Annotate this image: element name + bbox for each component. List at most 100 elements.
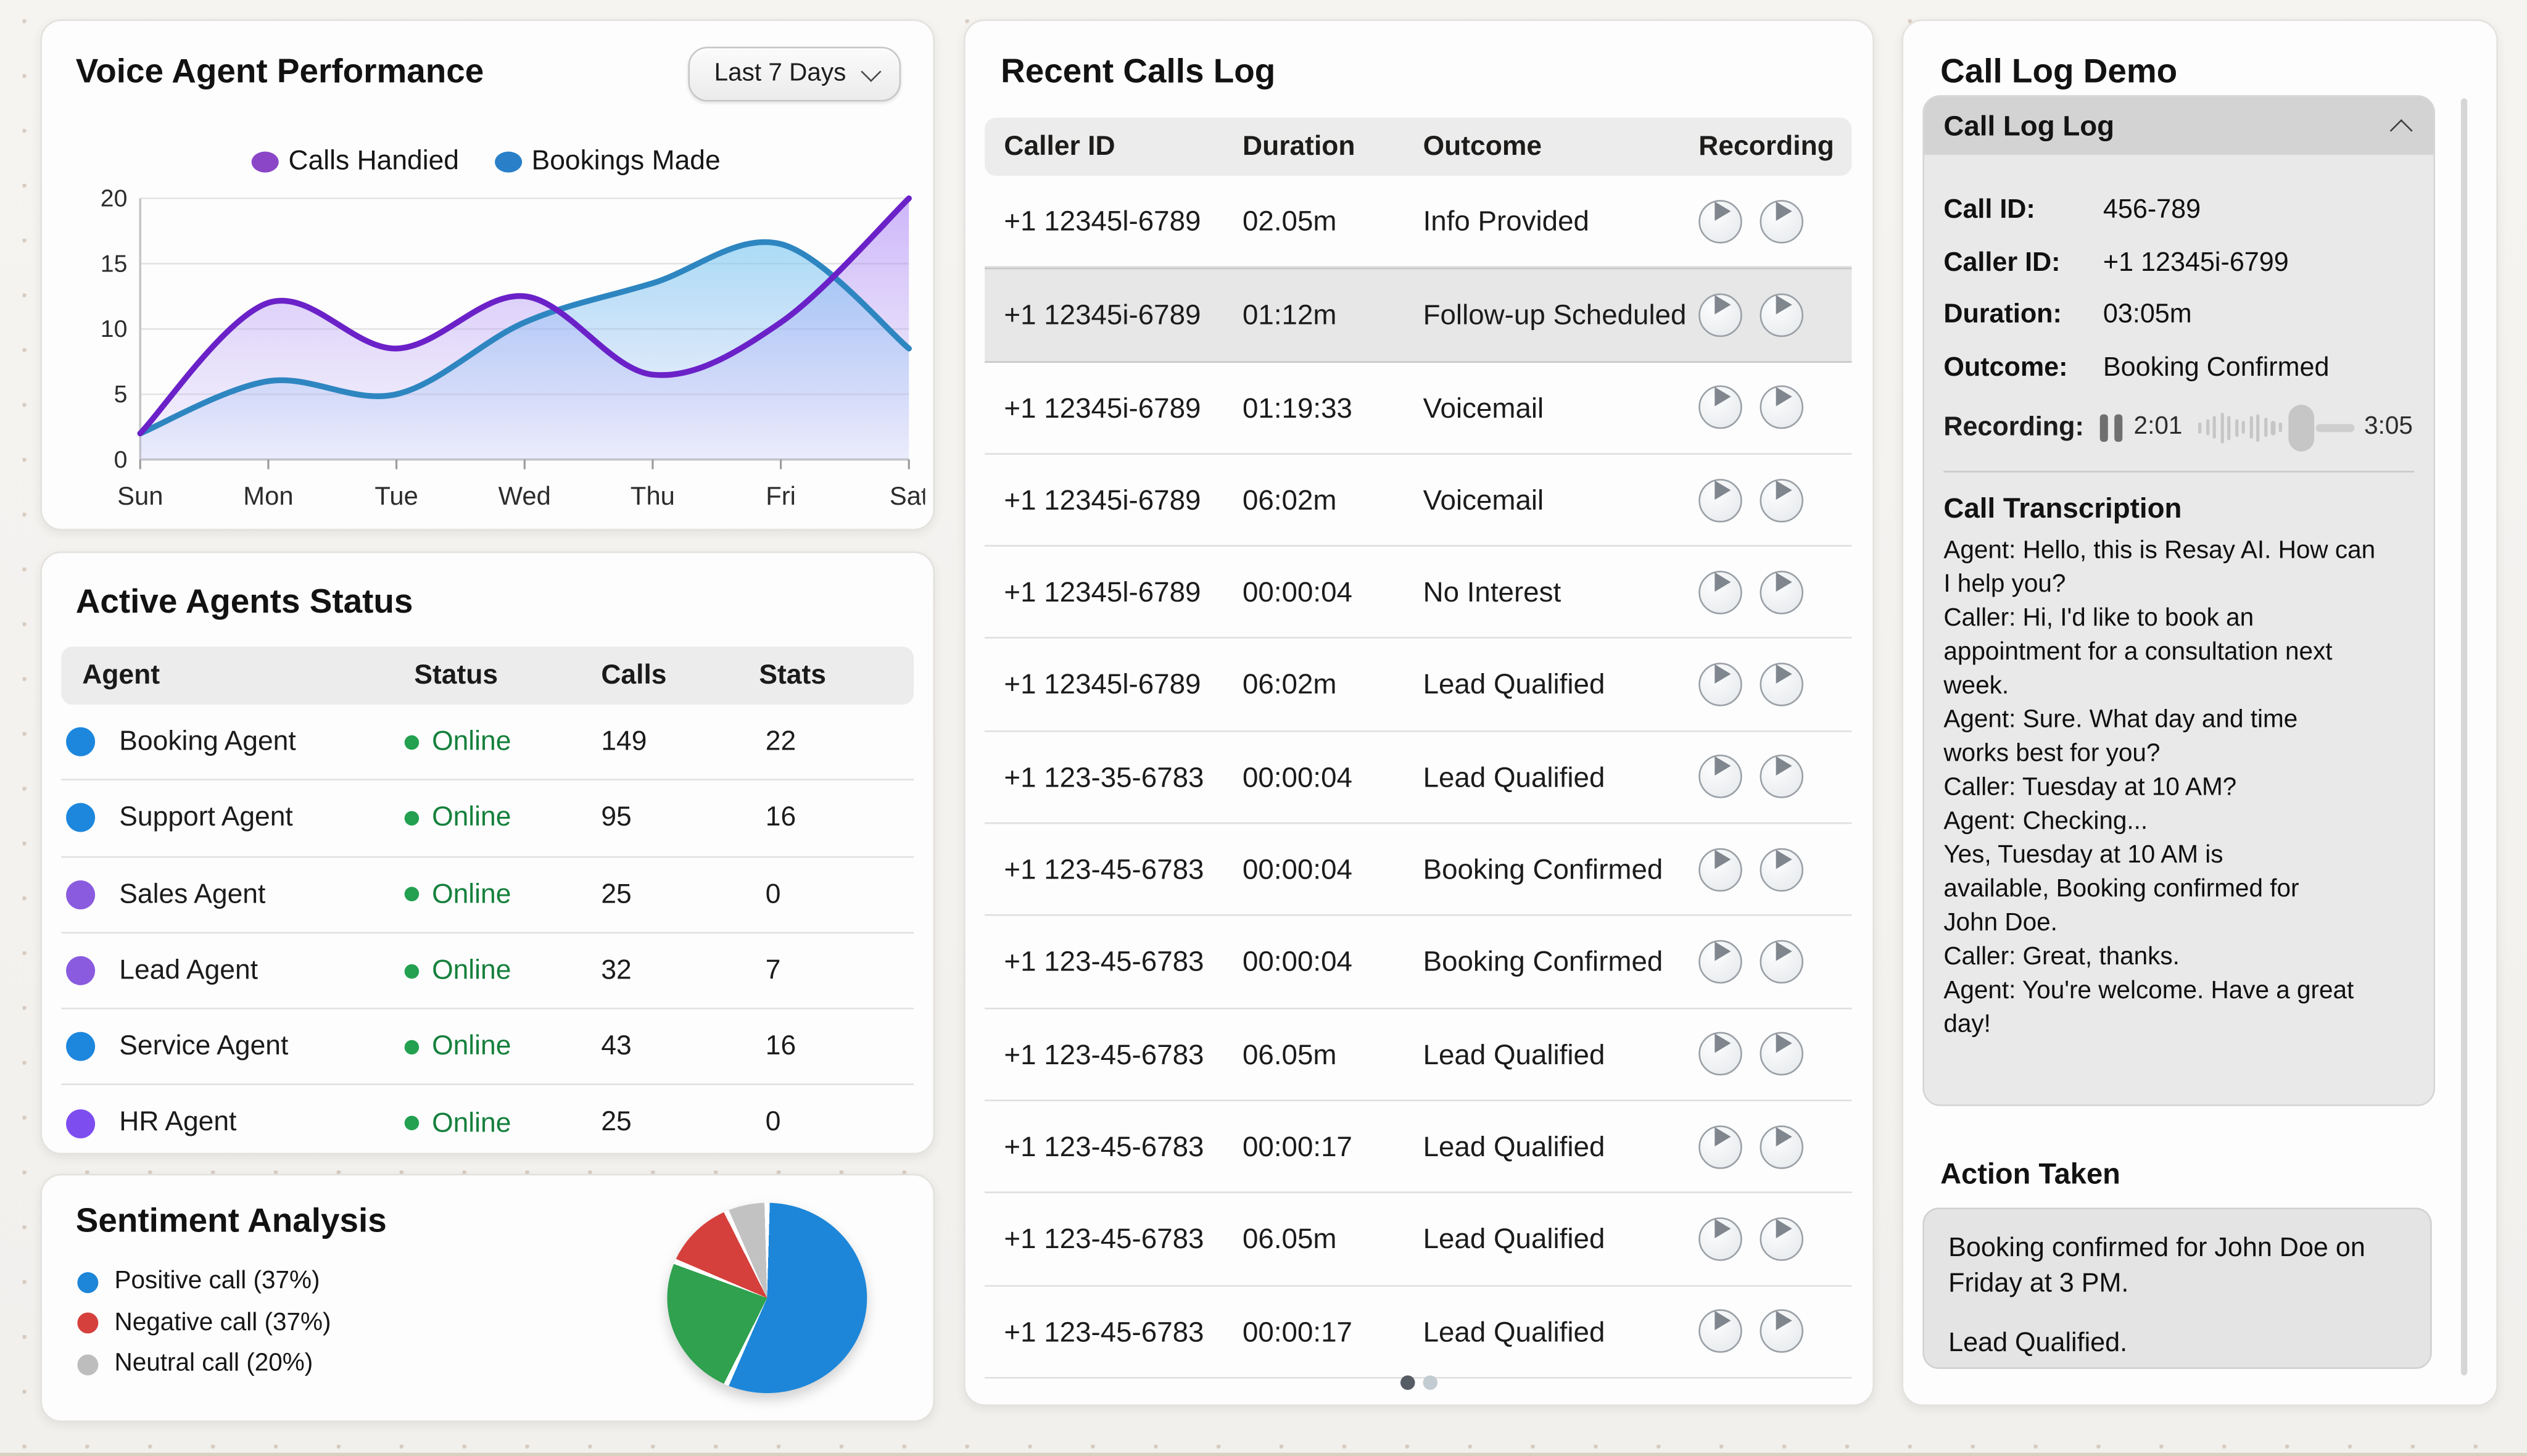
play-recording-button[interactable] — [1760, 663, 1804, 706]
scrollbar[interactable] — [2461, 98, 2467, 1375]
column-header-caller-id: Caller ID — [1004, 131, 1115, 163]
play-recording-button[interactable] — [1698, 1032, 1742, 1076]
legend-marker-icon — [495, 151, 522, 172]
agent-row: Service AgentOnline4316 — [61, 1010, 914, 1086]
play-recording-button[interactable] — [1698, 386, 1742, 429]
call-duration: 01:19:33 — [1243, 362, 1352, 452]
play-recording-button[interactable] — [1698, 199, 1742, 243]
play-icon — [1776, 757, 1792, 776]
agent-stats-count: 0 — [766, 1086, 781, 1160]
field-label: Duration: — [1943, 300, 2103, 331]
call-log-row[interactable]: +1 12345l-678906:02mLead Qualified — [985, 639, 1851, 732]
agent-status: Online — [405, 705, 511, 779]
column-header-calls: Calls — [601, 660, 666, 692]
play-icon — [1714, 664, 1731, 684]
legend-label: Negative call (37%) — [114, 1309, 331, 1338]
call-log-row[interactable]: +1 12345l-678900:00:04No Interest — [985, 547, 1851, 639]
online-dot-icon — [405, 1116, 420, 1131]
play-icon — [1714, 572, 1731, 591]
call-duration: 06.05m — [1243, 1009, 1336, 1099]
pagination-dot[interactable] — [1423, 1375, 1438, 1390]
agent-calls-count: 43 — [601, 1010, 631, 1084]
call-log-row[interactable]: +1 123-35-678300:00:04Lead Qualified — [985, 732, 1851, 824]
play-recording-button[interactable] — [1698, 940, 1742, 984]
call-log-row[interactable]: +1 123-45-678300:00:04Booking Confirmed — [985, 916, 1851, 1009]
play-recording-button[interactable] — [1698, 293, 1742, 337]
performance-title: Voice Agent Performance — [76, 53, 484, 92]
svg-text:Mon: Mon — [243, 481, 293, 510]
play-recording-button[interactable] — [1698, 1217, 1742, 1261]
play-icon — [1714, 1127, 1731, 1146]
line-chart-svg: 05101520SunMonTueWedThuFriSat — [81, 176, 925, 518]
agent-avatar-dot — [66, 1109, 95, 1138]
call-duration: 00:00:17 — [1243, 1286, 1352, 1376]
date-range-dropdown[interactable]: Last 7 Days — [689, 47, 901, 102]
call-log-row[interactable]: +1 123-45-678300:00:04Booking Confirmed — [985, 824, 1851, 917]
play-recording-button[interactable] — [1698, 848, 1742, 891]
play-recording-button[interactable] — [1698, 1125, 1742, 1169]
online-dot-icon — [405, 735, 420, 750]
play-recording-button[interactable] — [1760, 293, 1804, 337]
agent-calls-count: 25 — [601, 1086, 631, 1160]
waveform-bar — [2279, 423, 2282, 432]
field-label: Caller ID: — [1943, 247, 2103, 278]
call-log-row[interactable]: +1 123-45-678300:00:17Lead Qualified — [985, 1286, 1851, 1378]
play-recording-button[interactable] — [1698, 663, 1742, 706]
call-log-field-row: Caller ID:+1 12345i-6799 — [1943, 246, 2414, 280]
slider-thumb[interactable] — [2288, 404, 2314, 451]
caller-id: +1 123-45-6783 — [1004, 1194, 1204, 1284]
sentiment-legend-item: Positive call (37%) — [77, 1267, 331, 1296]
waveform-slider[interactable] — [2198, 412, 2282, 443]
field-label: Call ID: — [1943, 195, 2103, 226]
recent-calls-card: Recent Calls Log Caller ID Duration Outc… — [964, 19, 1874, 1406]
agent-status: Online — [405, 781, 511, 856]
play-recording-button[interactable] — [1698, 1310, 1742, 1354]
agent-calls-count: 25 — [601, 857, 631, 931]
pause-icon[interactable] — [2100, 413, 2123, 441]
call-outcome: Booking Confirmed — [1423, 824, 1663, 914]
agent-name: Service Agent — [119, 1010, 288, 1084]
play-recording-button[interactable] — [1698, 571, 1742, 614]
play-recording-button[interactable] — [1760, 478, 1804, 522]
online-dot-icon — [405, 811, 420, 825]
legend-item: Bookings Made — [498, 145, 721, 177]
call-log-log-header[interactable]: Call Log Log — [1924, 97, 2433, 155]
slider-track[interactable] — [2316, 423, 2355, 431]
play-recording-button[interactable] — [1760, 940, 1804, 984]
waveform-bar — [2228, 415, 2231, 439]
pagination-dot[interactable] — [1400, 1375, 1415, 1390]
performance-card-header: Voice Agent Performance Last 7 Days — [42, 21, 933, 102]
play-recording-button[interactable] — [1760, 571, 1804, 614]
play-icon — [1776, 201, 1792, 220]
column-header-outcome: Outcome — [1423, 131, 1542, 163]
divider — [1943, 471, 2414, 473]
svg-text:Thu: Thu — [631, 481, 675, 510]
agent-stats-count: 16 — [766, 781, 796, 855]
call-log-row[interactable]: +1 123-45-678306.05mLead Qualified — [985, 1009, 1851, 1101]
call-log-row[interactable]: +1 12345l-678902.05mInfo Provided — [985, 176, 1851, 268]
play-recording-button[interactable] — [1760, 1032, 1804, 1076]
play-recording-button[interactable] — [1760, 1125, 1804, 1169]
play-recording-button[interactable] — [1760, 386, 1804, 429]
caller-id: +1 123-45-6783 — [1004, 916, 1204, 1006]
call-log-row[interactable]: +1 12345i-678906:02mVoicemail — [985, 455, 1851, 547]
play-recording-button[interactable] — [1760, 755, 1804, 799]
play-recording-button[interactable] — [1760, 199, 1804, 243]
field-value: 03:05m — [2103, 300, 2192, 331]
play-recording-button[interactable] — [1760, 848, 1804, 891]
call-log-row[interactable]: +1 12345i-678901:12mFollow-up Scheduled — [985, 268, 1851, 362]
waveform-bar — [2198, 421, 2201, 432]
play-icon — [1714, 1311, 1731, 1330]
svg-text:Tue: Tue — [374, 481, 418, 510]
svg-text:20: 20 — [101, 186, 128, 212]
call-log-row[interactable]: +1 12345i-678901:19:33Voicemail — [985, 362, 1851, 455]
agent-avatar-dot — [66, 1032, 95, 1061]
call-log-row[interactable]: +1 123-45-678300:00:17Lead Qualified — [985, 1101, 1851, 1194]
play-recording-button[interactable] — [1760, 1217, 1804, 1261]
play-recording-button[interactable] — [1698, 478, 1742, 522]
play-recording-button[interactable] — [1760, 1310, 1804, 1354]
recording-current-time: 2:01 — [2134, 413, 2187, 442]
caller-id: +1 12345i-6789 — [1004, 270, 1201, 360]
play-recording-button[interactable] — [1698, 755, 1742, 799]
call-log-row[interactable]: +1 123-45-678306.05mLead Qualified — [985, 1194, 1851, 1286]
